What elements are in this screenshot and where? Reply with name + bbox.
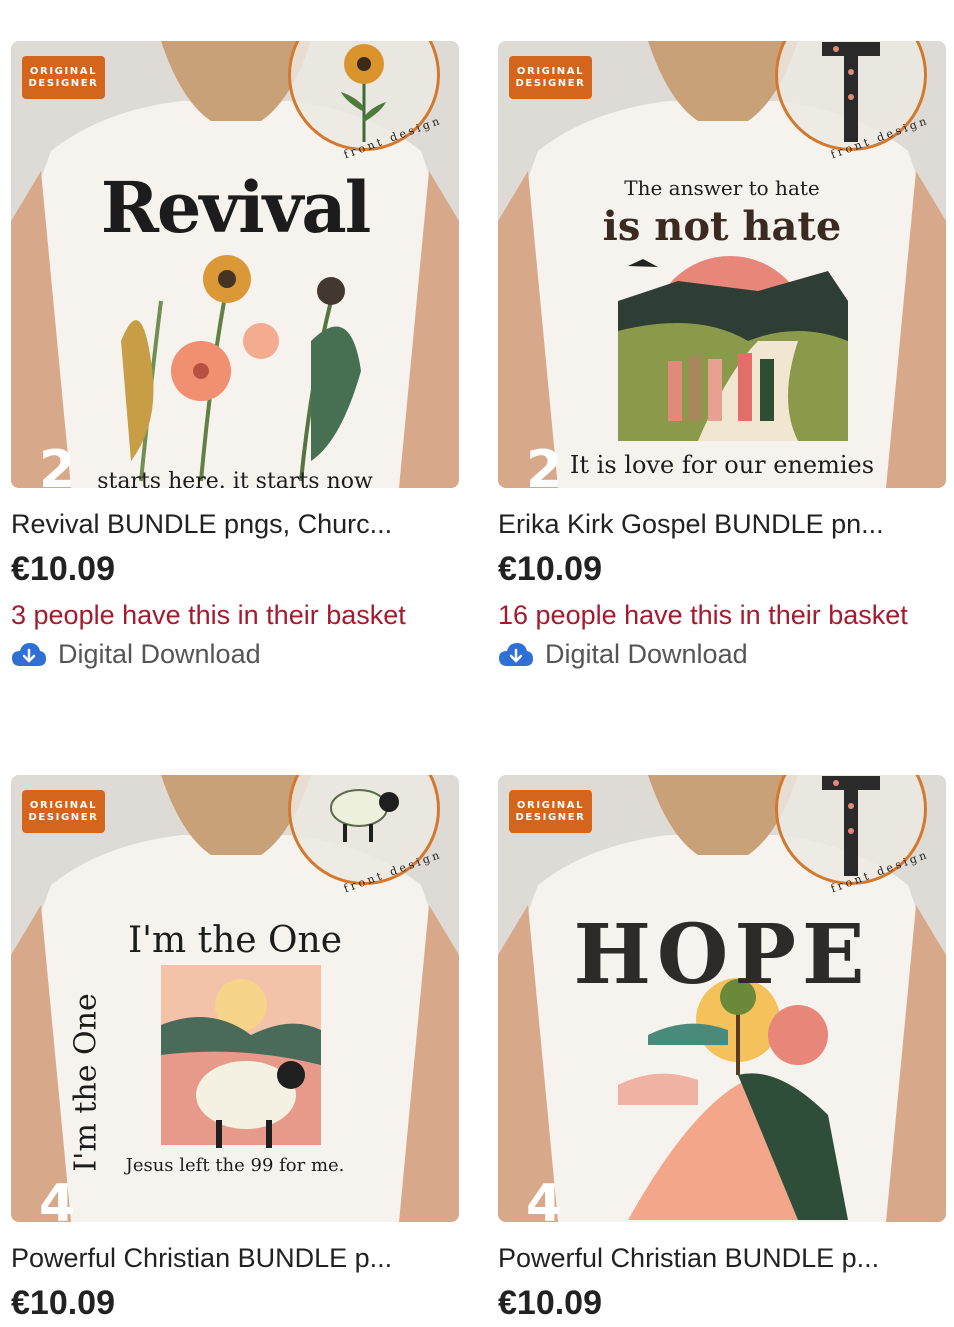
product-price: €10.09 (11, 550, 115, 588)
original-designer-badge: ORIGINAL DESIGNER (22, 56, 105, 99)
product-card[interactable]: front design ORIGINAL DESIGNER The answer… (498, 41, 946, 671)
design-footer: Jesus left the 99 for me. (125, 1155, 345, 1176)
product-card[interactable]: front design ORIGINAL DESIGNER Revival st… (11, 41, 459, 671)
product-title[interactable]: Revival BUNDLE pngs, Churc... (11, 508, 451, 540)
design-heading: Revival (100, 166, 372, 249)
product-title[interactable]: Erika Kirk Gospel BUNDLE pn... (498, 508, 938, 540)
basket-count-text: 16 people have this in their basket (498, 600, 908, 630)
digital-download-label: Digital Download (11, 637, 459, 671)
original-designer-badge: ORIGINAL DESIGNER (22, 790, 105, 833)
design-heading: The answer to hate (624, 176, 820, 200)
product-card[interactable]: front design ORIGINAL DESIGNER HOPE 4 Pow… (498, 775, 946, 1323)
basket-count-text: 3 people have this in their basket (11, 600, 406, 630)
product-image[interactable]: front design ORIGINAL DESIGNER HOPE 4 (498, 775, 946, 1222)
image-count: 4 (526, 1174, 563, 1222)
product-image[interactable]: front design ORIGINAL DESIGNER I'm the On… (11, 775, 459, 1222)
product-price: €10.09 (498, 550, 602, 588)
original-designer-badge: ORIGINAL DESIGNER (509, 790, 592, 833)
product-card[interactable]: front design ORIGINAL DESIGNER I'm the On… (11, 775, 459, 1323)
product-price: €10.09 (498, 1284, 602, 1322)
design-footer: starts here. it starts now (97, 469, 373, 488)
product-image[interactable]: front design ORIGINAL DESIGNER Revival st… (11, 41, 459, 488)
original-designer-badge: ORIGINAL DESIGNER (509, 56, 592, 99)
cloud-download-icon (12, 643, 46, 666)
digital-download-label: Digital Download (498, 637, 946, 671)
product-title[interactable]: Powerful Christian BUNDLE p... (498, 1242, 938, 1274)
cloud-download-icon (499, 643, 533, 666)
image-count: 2 (526, 440, 563, 488)
image-count: 4 (39, 1174, 76, 1222)
product-title[interactable]: Powerful Christian BUNDLE p... (11, 1242, 451, 1274)
product-image[interactable]: front design ORIGINAL DESIGNER The answer… (498, 41, 946, 488)
design-footer: It is love for our enemies (569, 451, 875, 479)
design-heading-2: is not hate (602, 203, 842, 250)
design-heading: HOPE (573, 907, 871, 1003)
product-grid: front design ORIGINAL DESIGNER Revival st… (0, 0, 954, 1327)
product-price: €10.09 (11, 1284, 115, 1322)
image-count: 2 (39, 440, 76, 488)
